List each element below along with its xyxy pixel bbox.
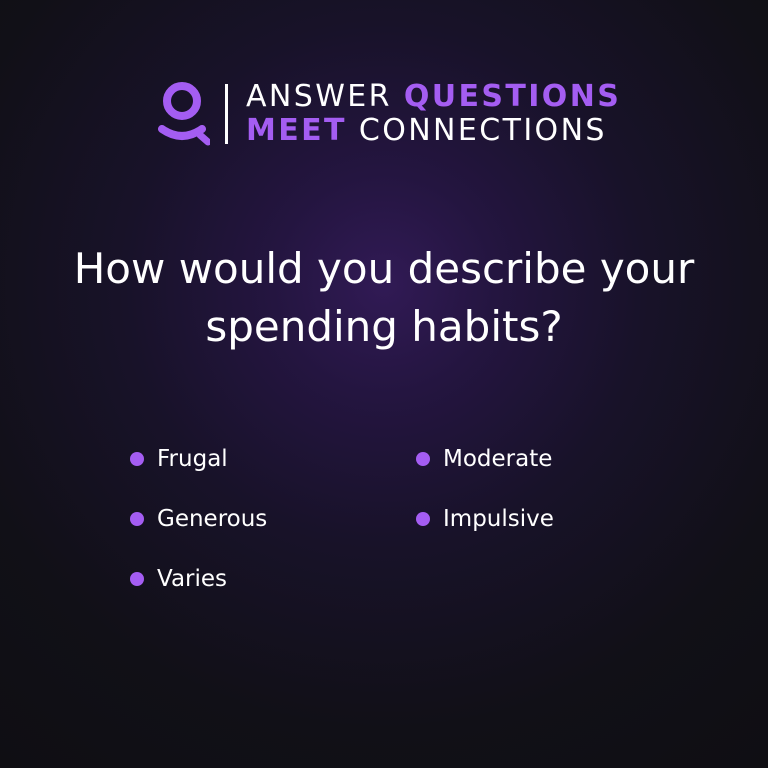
option-label: Impulsive	[443, 506, 554, 532]
brand-connections: CONNECTIONS	[358, 113, 607, 148]
question-text: How would you describe your spending hab…	[0, 240, 768, 356]
brand-line-2: MEET CONNECTIONS	[246, 114, 607, 148]
option-moderate[interactable]: Moderate	[416, 444, 552, 474]
option-label: Generous	[157, 506, 268, 532]
option-label: Varies	[157, 566, 228, 592]
brand-logo: ANSWER QUESTIONS MEET CONNECTIONS	[158, 80, 619, 150]
bullet-dot-icon	[416, 452, 430, 466]
option-label: Moderate	[443, 446, 553, 472]
bullet-dot-icon	[130, 452, 144, 466]
option-generous[interactable]: Generous	[130, 504, 267, 534]
bullet-dot-icon	[130, 512, 144, 526]
option-impulsive[interactable]: Impulsive	[416, 504, 554, 534]
question-line-1: How would you describe your	[73, 244, 695, 293]
brand-questions: QUESTIONS	[403, 79, 622, 114]
option-label: Frugal	[157, 446, 228, 472]
option-varies[interactable]: Varies	[130, 564, 227, 594]
brand-answer: ANSWER	[246, 79, 392, 114]
logo-divider	[225, 84, 228, 144]
option-frugal[interactable]: Frugal	[130, 444, 228, 474]
question-line-2: spending habits?	[205, 302, 563, 351]
bullet-dot-icon	[130, 572, 144, 586]
bullet-dot-icon	[416, 512, 430, 526]
brand-meet: MEET	[246, 113, 347, 148]
brand-line-1: ANSWER QUESTIONS	[246, 80, 621, 114]
user-icon	[158, 82, 210, 146]
